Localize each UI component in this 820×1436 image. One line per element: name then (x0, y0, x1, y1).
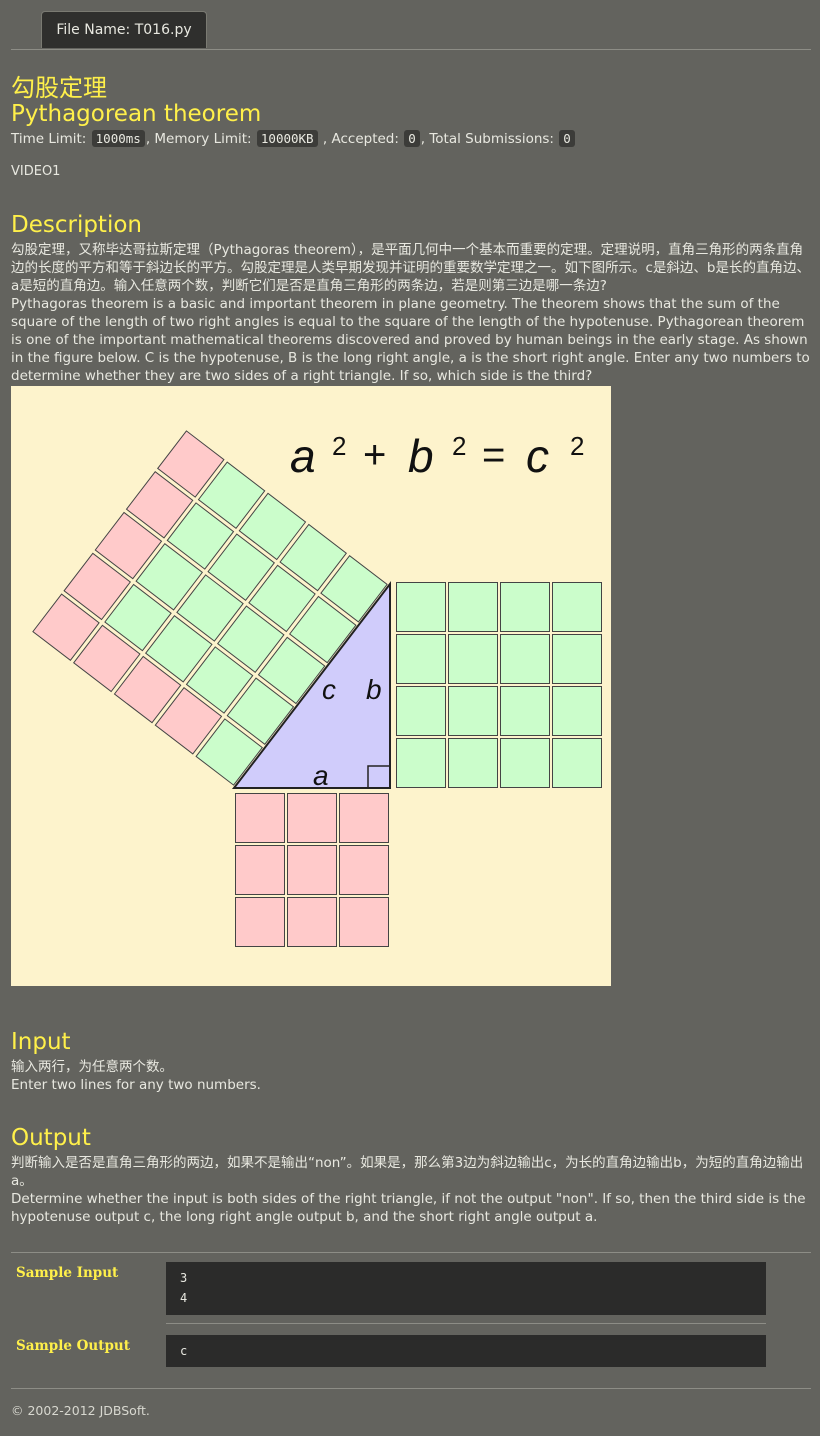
a-square-cell (287, 793, 337, 843)
a-square-cell (287, 845, 337, 895)
a-square-cell (287, 897, 337, 947)
output-cn: 判断输入是否是直角三角形的两边，如果不是输出“non”。如果是，那么第3边为斜边… (11, 1155, 804, 1189)
label-c: c (322, 674, 336, 705)
output-en: Determine whether the input is both side… (11, 1191, 806, 1225)
b-square-cell (500, 686, 550, 736)
file-name-tab[interactable]: File Name: T016.py (41, 11, 207, 48)
equation-c: c (526, 430, 549, 482)
output-text: 判断输入是否是直角三角形的两边，如果不是输出“non”。如果是，那么第3边为斜边… (11, 1154, 811, 1226)
b-square-cell (396, 634, 446, 684)
b-square-cell (448, 686, 498, 736)
a-square-cell (339, 793, 389, 843)
a-square-cell (339, 897, 389, 947)
input-en: Enter two lines for any two numbers. (11, 1077, 261, 1093)
b-square-cell (500, 738, 550, 788)
equation-equals: = (482, 433, 505, 477)
footer-divider (11, 1388, 811, 1389)
input-cn: 输入两行，为任意两个数。 (11, 1059, 173, 1075)
label-a: a (313, 760, 329, 791)
problem-title-cn: 勾股定理 (11, 74, 107, 102)
description-cn: 勾股定理，又称毕达哥拉斯定理（Pythagoras theorem），是平面几何… (11, 242, 810, 294)
problem-title-en: Pythagorean theorem (11, 101, 262, 127)
input-heading: Input (11, 1029, 71, 1055)
b-square-cell (500, 582, 550, 632)
input-text: 输入两行，为任意两个数。 Enter two lines for any two… (11, 1058, 811, 1094)
memory-limit-value: 10000KB (256, 130, 318, 147)
output-heading: Output (11, 1125, 91, 1151)
b-square-cell (448, 738, 498, 788)
file-name-value: T016.py (134, 22, 192, 38)
submissions-value: 0 (559, 130, 575, 147)
b-square-cell (448, 634, 498, 684)
description-en: Pythagoras theorem is a basic and import… (11, 296, 810, 384)
samples-divider (11, 1252, 811, 1253)
sample-input-box[interactable]: 3 4 (166, 1262, 766, 1315)
equation-c-exp: 2 (570, 431, 584, 461)
submissions-label: , Total Submissions: (420, 131, 554, 147)
equation-b-exp: 2 (452, 431, 466, 461)
b-square-cell (396, 686, 446, 736)
equation-a-exp: 2 (332, 431, 346, 461)
equation: a 2 + b 2 = c 2 (290, 430, 584, 482)
video-link[interactable]: VIDEO1 (11, 164, 60, 179)
b-square-cell (552, 634, 602, 684)
b-square-cell (500, 634, 550, 684)
b-square-cell (396, 582, 446, 632)
sample-input-label: Sample Input (16, 1265, 119, 1281)
equation-a: a (290, 430, 316, 482)
accepted-value: 0 (404, 130, 420, 147)
b-square-cell (552, 582, 602, 632)
b-square-cell (552, 738, 602, 788)
a-square-cell (235, 897, 285, 947)
sample-input-line: 3 (180, 1271, 188, 1285)
description-text: 勾股定理，又称毕达哥拉斯定理（Pythagoras theorem），是平面几何… (11, 241, 811, 385)
equation-plus: + (363, 433, 386, 477)
memory-limit-label: , Memory Limit: (145, 131, 252, 147)
a-square-cell (339, 845, 389, 895)
footer-copyright: © 2002-2012 JDBSoft. (11, 1403, 150, 1418)
a-square-cell (235, 793, 285, 843)
problem-limits: Time Limit: 1000ms, Memory Limit: 10000K… (11, 129, 576, 149)
time-limit-value: 1000ms (91, 130, 145, 147)
file-name-label: File Name: (56, 22, 131, 38)
pythagorean-figure: c b a a 2 + b 2 = c 2 (11, 386, 611, 986)
time-limit-label: Time Limit: (11, 131, 87, 147)
sample-divider (166, 1323, 766, 1324)
a-square-cell (235, 845, 285, 895)
tab-divider (11, 49, 811, 50)
sample-input-line: 4 (180, 1291, 188, 1305)
sample-output-line: c (180, 1344, 188, 1358)
sample-output-label: Sample Output (16, 1338, 130, 1354)
sample-output-box[interactable]: c (166, 1335, 766, 1367)
label-b: b (366, 674, 382, 705)
b-square-cell (448, 582, 498, 632)
b-square-cell (552, 686, 602, 736)
accepted-label: , Accepted: (322, 131, 399, 147)
pythagorean-diagram: c b a a 2 + b 2 = c 2 (32, 430, 602, 947)
equation-b: b (408, 430, 434, 482)
description-heading: Description (11, 212, 142, 238)
b-square-cell (396, 738, 446, 788)
